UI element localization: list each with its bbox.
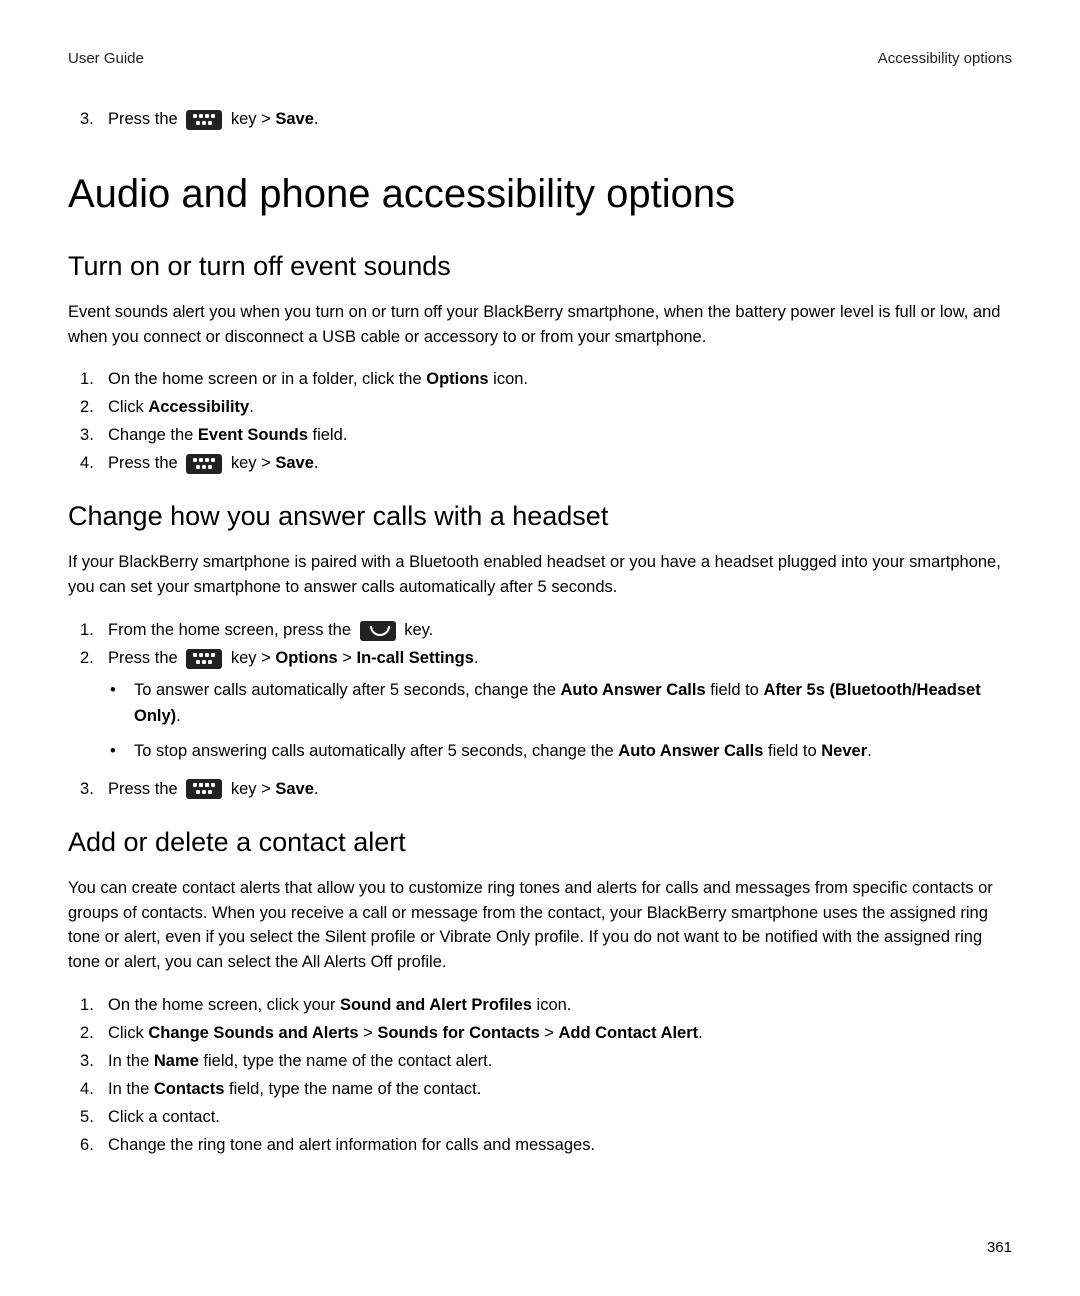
list-item: To answer calls automatically after 5 se… [108,678,1012,729]
section-title-event-sounds: Turn on or turn off event sounds [68,251,1012,282]
page-header: User Guide Accessibility options [68,50,1012,67]
menu-key-icon [186,110,222,130]
section-para-event-sounds: Event sounds alert you when you turn on … [68,300,1012,350]
page-number: 361 [987,1239,1012,1256]
section-title-contact-alert: Add or delete a contact alert [68,827,1012,858]
list-item: Press the key > Save. [80,775,1012,803]
header-right: Accessibility options [878,50,1012,67]
list-item: Press the key > Options > In-call Settin… [80,644,1012,775]
steps-contact-alert: On the home screen, click your Sound and… [80,991,1012,1159]
phone-key-icon [360,621,396,641]
step-text: Press the key > Save. [108,107,319,132]
list-item: In the Contacts field, type the name of … [80,1075,1012,1103]
list-item: Change the Event Sounds field. [80,421,1012,449]
list-item: Click Accessibility. [80,393,1012,421]
list-item: Click a contact. [80,1103,1012,1131]
header-left: User Guide [68,50,144,67]
previous-section-step-3: 3. Press the key > Save. [80,107,1012,132]
list-item: Press the key > Save. [80,449,1012,477]
section-para-headset: If your BlackBerry smartphone is paired … [68,550,1012,600]
list-item: Click Change Sounds and Alerts > Sounds … [80,1019,1012,1047]
list-item: In the Name field, type the name of the … [80,1047,1012,1075]
list-item: On the home screen, click your Sound and… [80,991,1012,1019]
page-title: Audio and phone accessibility options [68,172,1012,217]
section-para-contact-alert: You can create contact alerts that allow… [68,876,1012,975]
list-item: To stop answering calls automatically af… [108,739,1012,765]
menu-key-icon [186,649,222,669]
sub-bullets: To answer calls automatically after 5 se… [108,678,1012,765]
menu-key-icon [186,779,222,799]
list-item: On the home screen or in a folder, click… [80,365,1012,393]
menu-key-icon [186,454,222,474]
list-item: From the home screen, press the key. [80,616,1012,644]
steps-headset: From the home screen, press the key. Pre… [80,616,1012,803]
steps-event-sounds: On the home screen or in a folder, click… [80,365,1012,477]
section-title-headset: Change how you answer calls with a heads… [68,501,1012,532]
step-number: 3. [80,107,108,132]
list-item: Change the ring tone and alert informati… [80,1131,1012,1159]
